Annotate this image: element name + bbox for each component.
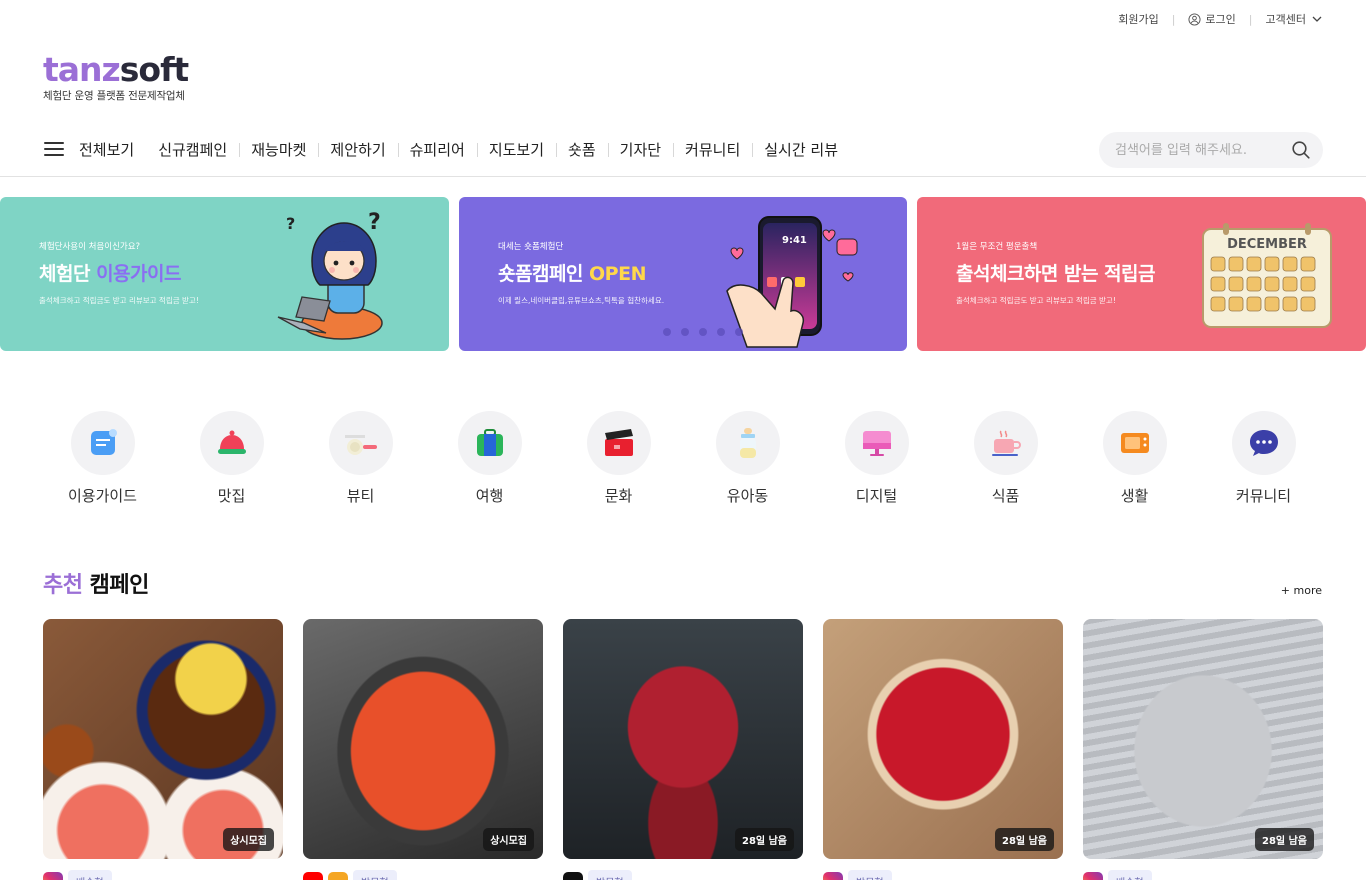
campaign-thumbnail[interactable]: 28일 남음 <box>823 619 1063 859</box>
campaign-thumbnail[interactable]: 28일 남음 <box>1083 619 1323 859</box>
beauty-icon <box>344 435 377 455</box>
carousel-dots[interactable] <box>663 328 743 336</box>
status-badge: 상시모집 <box>483 828 534 851</box>
clapperboard-icon <box>604 429 633 456</box>
status-badge: 28일 남음 <box>995 828 1054 851</box>
category-guide[interactable]: 이용가이드 <box>38 411 167 506</box>
utility-bar: 회원가입 | 로그인 | 고객센터 <box>1118 11 1322 27</box>
category-restaurant[interactable]: 맛집 <box>167 411 296 506</box>
search-icon[interactable] <box>1291 140 1311 160</box>
campaign-card[interactable]: 상시모집 방문형 <box>303 619 543 880</box>
cloche-icon <box>217 430 246 454</box>
chevron-down-icon <box>1312 16 1322 22</box>
chat-bubble-icon <box>1249 430 1278 456</box>
campaign-thumbnail[interactable]: 28일 남음 <box>563 619 803 859</box>
type-chip: 방문형 <box>353 870 397 880</box>
banner-desc: 이제 릴스,네이버클립,유튜브쇼츠,틱톡을 협찬하세요. <box>498 296 665 305</box>
campaign-thumbnail[interactable]: 상시모집 <box>43 619 283 859</box>
category-food[interactable]: 식품 <box>941 411 1070 506</box>
type-chip: 배송형 <box>1108 870 1152 880</box>
svg-text:DECEMBER: DECEMBER <box>1227 237 1307 252</box>
nav-shortform[interactable]: 숏폼 <box>556 139 608 160</box>
logo-word-a: tanz <box>43 50 121 89</box>
banner-guide[interactable]: 체험단사용이 처음이신가요? 체험단 이용가이드 출석체크하고 적립금도 받고 … <box>0 197 449 351</box>
nav-community[interactable]: 커뮤니티 <box>673 139 752 160</box>
svg-text:9:41: 9:41 <box>782 235 807 246</box>
category-row: 이용가이드 맛집 뷰티 여행 문화 유아동 디지털 식품 생활 커뮤니티 <box>38 411 1328 506</box>
nav-new-campaign[interactable]: 신규캠페인 <box>146 139 239 160</box>
banner-subtitle: 대세는 숏폼체험단 <box>498 242 564 252</box>
suitcase-icon <box>476 429 503 456</box>
nav-propose[interactable]: 제안하기 <box>318 139 397 160</box>
campaign-card[interactable]: 28일 남음 방문형 <box>823 619 1063 880</box>
banner-subtitle: 체험단사용이 처음이신가요? <box>39 242 141 252</box>
category-community[interactable]: 커뮤니티 <box>1199 411 1328 506</box>
campaign-list: 상시모집 배송형 상시모집 방문형 28일 남음 방문형 28일 남음 방문형 … <box>43 619 1323 880</box>
campaign-card[interactable]: 상시모집 배송형 <box>43 619 283 880</box>
monitor-icon <box>862 431 891 456</box>
svg-text:?: ? <box>286 214 295 233</box>
search-box <box>1099 132 1323 168</box>
cup-icon <box>991 430 1021 456</box>
menu-icon[interactable] <box>44 142 64 156</box>
nav-map[interactable]: 지도보기 <box>476 139 556 160</box>
girl-laptop-illustration: ? ? <box>277 210 383 340</box>
category-kids[interactable]: 유아동 <box>683 411 812 506</box>
calendar-illustration: DECEMBER <box>1202 223 1332 328</box>
status-badge: 28일 남음 <box>1255 828 1314 851</box>
type-chip: 방문형 <box>588 870 632 880</box>
nav-reporters[interactable]: 기자단 <box>607 139 673 160</box>
signup-link[interactable]: 회원가입 <box>1118 11 1158 27</box>
section-title: 추천 캠페인 <box>43 573 149 598</box>
main-nav: 전체보기 신규캠페인 재능마켓 제안하기 슈피리어 지도보기 숏폼 기자단 커뮤… <box>44 132 850 166</box>
banner-shortform[interactable]: 대세는 숏폼체험단 숏폼캠페인 OPEN 이제 릴스,네이버클립,유튜브쇼츠,틱… <box>459 197 907 351</box>
search-input[interactable] <box>1115 142 1285 158</box>
support-menu[interactable]: 고객센터 <box>1266 11 1322 27</box>
banner-desc: 출석체크하고 적립금도 받고 리뷰보고 적립금 받고! <box>956 296 1116 305</box>
more-link[interactable]: + more <box>1281 584 1322 597</box>
type-chip: 방문형 <box>848 870 892 880</box>
guide-icon <box>90 429 117 455</box>
type-chip: 배송형 <box>68 870 112 880</box>
instagram-icon <box>43 871 63 880</box>
banner-desc: 출석체크하고 적립금도 받고 리뷰보고 적립금 받고! <box>39 296 199 305</box>
logo-tagline: 체험단 운영 플랫폼 전문제작업체 <box>43 90 185 102</box>
category-beauty[interactable]: 뷰티 <box>296 411 425 506</box>
category-digital[interactable]: 디지털 <box>812 411 941 506</box>
status-badge: 28일 남음 <box>735 828 794 851</box>
blog-icon <box>328 871 348 880</box>
category-living[interactable]: 생활 <box>1070 411 1199 506</box>
nav-all[interactable]: 전체보기 <box>79 139 146 160</box>
login-link[interactable]: 로그인 <box>1188 11 1236 27</box>
status-badge: 상시모집 <box>223 828 274 851</box>
banner-title: 숏폼캠페인 OPEN <box>498 263 646 285</box>
logo-word-b: soft <box>119 50 189 89</box>
category-culture[interactable]: 문화 <box>554 411 683 506</box>
nav-talent-market[interactable]: 재능마켓 <box>239 139 318 160</box>
logo[interactable]: tanzsoft 체험단 운영 플랫폼 전문제작업체 <box>43 50 189 103</box>
campaign-card[interactable]: 28일 남음 방문형 <box>563 619 803 880</box>
nav-superior[interactable]: 슈피리어 <box>397 139 477 160</box>
header-divider <box>0 176 1366 177</box>
campaign-card[interactable]: 28일 남음 배송형 <box>1083 619 1323 880</box>
nav-live-review[interactable]: 실시간 리뷰 <box>752 139 850 160</box>
banner-attendance[interactable]: 1월은 무조건 평운출책 출석체크하면 받는 적립금 출석체크하고 적립금도 받… <box>917 197 1366 351</box>
banner-title: 출석체크하면 받는 적립금 <box>956 263 1156 285</box>
banner-subtitle: 1월은 무조건 평운출책 <box>956 242 1038 252</box>
campaign-thumbnail[interactable]: 상시모집 <box>303 619 543 859</box>
category-travel[interactable]: 여행 <box>425 411 554 506</box>
user-icon <box>1188 12 1201 26</box>
banner-title: 체험단 이용가이드 <box>39 263 181 285</box>
instagram-icon <box>823 871 843 880</box>
instagram-icon <box>1083 871 1103 880</box>
baby-bottle-icon <box>739 428 756 458</box>
svg-text:?: ? <box>368 210 381 235</box>
youtube-icon <box>303 871 323 880</box>
microwave-icon <box>1120 433 1149 453</box>
tiktok-icon <box>563 871 583 880</box>
